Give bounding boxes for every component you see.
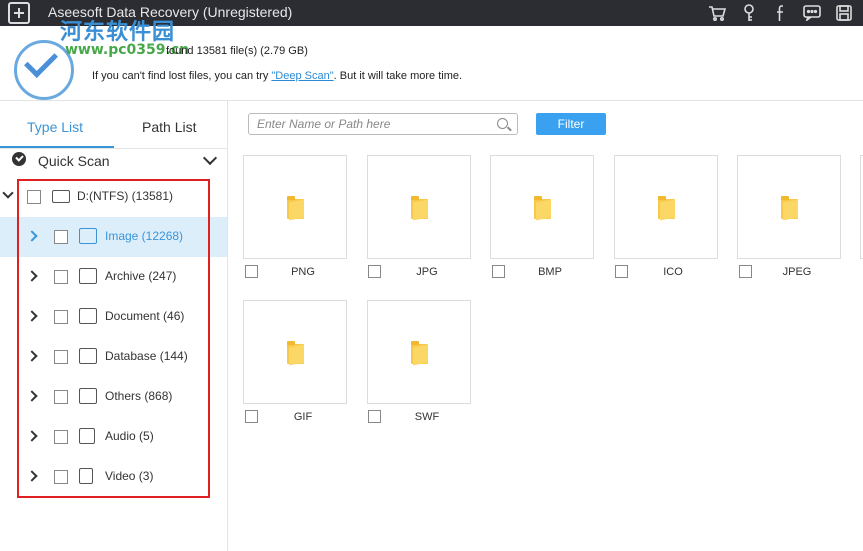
chevron-right-icon[interactable]	[26, 430, 38, 442]
audio-label: Audio (5)	[105, 429, 154, 443]
image-label: Image (12268)	[105, 229, 184, 243]
facebook-icon[interactable]	[771, 3, 791, 23]
drive-icon	[52, 190, 70, 203]
tree-row-database[interactable]: Database (144)	[0, 337, 227, 377]
tab-path-list[interactable]: Path List	[142, 119, 196, 135]
audio-checkbox[interactable]	[54, 430, 68, 444]
chevron-right-icon[interactable]	[26, 270, 38, 282]
tree-row-audio[interactable]: Audio (5)	[0, 417, 227, 457]
image-icon	[79, 228, 97, 244]
database-checkbox[interactable]	[54, 350, 68, 364]
check-circle-icon	[12, 152, 26, 166]
folder-card[interactable]	[737, 155, 841, 259]
folder-icon	[287, 196, 304, 219]
scan-mode-label[interactable]: Quick Scan	[38, 153, 110, 169]
cart-icon[interactable]	[707, 3, 727, 23]
folder-card[interactable]	[243, 155, 347, 259]
folder-label: PNG	[291, 266, 315, 278]
search-input[interactable]	[257, 117, 487, 131]
audio-icon	[79, 428, 95, 444]
tab-type-list[interactable]: Type List	[27, 119, 83, 135]
others-label: Others (868)	[105, 389, 173, 403]
chevron-right-icon[interactable]	[26, 310, 38, 322]
image-checkbox[interactable]	[54, 230, 68, 244]
folder-icon	[79, 388, 97, 404]
folder-icon	[411, 341, 428, 364]
tree-row-video[interactable]: Video (3)	[0, 457, 227, 497]
video-label: Video (3)	[105, 469, 154, 483]
video-icon	[79, 468, 93, 484]
scan-result-text: found 13581 file(s) (2.79 GB)	[166, 45, 308, 57]
document-checkbox[interactable]	[54, 310, 68, 324]
tree-row-document[interactable]: Document (46)	[0, 297, 227, 337]
folder-icon	[781, 196, 798, 219]
folder-card[interactable]	[367, 300, 471, 404]
folder-card[interactable]	[490, 155, 594, 259]
folder-icon	[287, 341, 304, 364]
archive-icon	[79, 268, 97, 284]
folder-card[interactable]	[614, 155, 718, 259]
scan-tip: If you can't find lost files, you can tr…	[92, 70, 462, 82]
app-logo-icon	[8, 2, 30, 24]
drive-checkbox[interactable]	[27, 190, 41, 204]
tree-row-drive[interactable]: D:(NTFS) (13581)	[0, 177, 227, 217]
tip-prefix: If you can't find lost files, you can tr…	[92, 70, 272, 82]
folder-card[interactable]	[367, 155, 471, 259]
drive-label: D:(NTFS) (13581)	[77, 189, 174, 203]
chevron-right-icon[interactable]	[26, 390, 38, 402]
key-icon[interactable]	[739, 3, 759, 23]
archive-checkbox[interactable]	[54, 270, 68, 284]
document-icon	[79, 308, 97, 324]
tree-row-archive[interactable]: Archive (247)	[0, 257, 227, 297]
folder-icon	[658, 196, 675, 219]
filter-button[interactable]: Filter	[536, 113, 606, 135]
feedback-icon[interactable]	[802, 3, 822, 23]
tree-row-others[interactable]: Others (868)	[0, 377, 227, 417]
chevron-down-icon[interactable]	[202, 150, 218, 166]
search-icon[interactable]	[497, 118, 508, 129]
chevron-right-icon[interactable]	[26, 470, 38, 482]
database-label: Database (144)	[105, 349, 188, 363]
search-box[interactable]	[248, 113, 518, 135]
sidebar: Type List Path List Quick Scan D:(NTFS) …	[0, 101, 228, 551]
folder-icon	[534, 196, 551, 219]
chevron-down-icon[interactable]	[2, 187, 14, 199]
video-checkbox[interactable]	[54, 470, 68, 484]
archive-label: Archive (247)	[105, 269, 177, 283]
folder-label: JPG	[416, 266, 438, 278]
tabs-divider	[0, 148, 228, 149]
others-checkbox[interactable]	[54, 390, 68, 404]
chevron-right-icon[interactable]	[26, 350, 38, 362]
deep-scan-link[interactable]: "Deep Scan"	[271, 70, 333, 82]
tip-suffix: . But it will take more time.	[333, 70, 463, 82]
folder-icon	[411, 196, 428, 219]
folder-card[interactable]	[243, 300, 347, 404]
save-icon[interactable]	[834, 3, 854, 23]
folder-label: JPEG	[782, 266, 812, 278]
chevron-right-icon[interactable]	[26, 230, 38, 242]
folder-label: SWF	[414, 411, 440, 423]
folder-label: GIF	[293, 411, 313, 423]
document-label: Document (46)	[105, 309, 185, 323]
folder-label: BMP	[538, 266, 562, 278]
tree-row-image[interactable]: Image (12268)	[0, 217, 227, 257]
folder-label: ICO	[663, 266, 683, 278]
database-icon	[79, 348, 97, 364]
